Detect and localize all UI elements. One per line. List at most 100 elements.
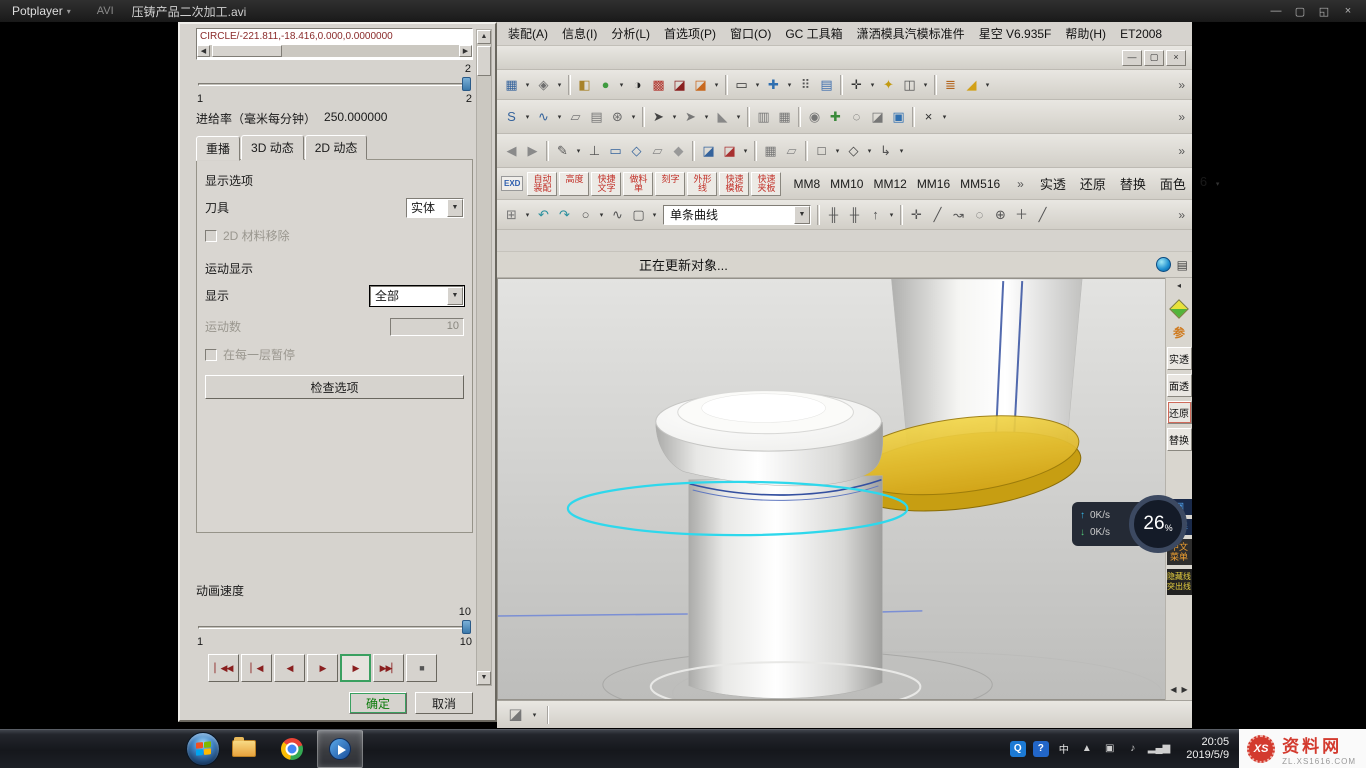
shortcut-button[interactable]: 外形线: [687, 172, 717, 196]
replace-button[interactable]: 替换: [1167, 428, 1192, 451]
monitor-icon[interactable]: ▣: [888, 106, 909, 128]
wire-cube-icon[interactable]: ◇: [626, 140, 647, 162]
dropdown-caret-icon[interactable]: ▾: [982, 81, 993, 89]
scroll-up-button[interactable]: ▲: [477, 30, 491, 44]
target-icon[interactable]: ⊕: [990, 204, 1011, 226]
menu-item[interactable]: 窗口(O): [723, 22, 778, 45]
translucent-button[interactable]: 实透: [1167, 347, 1192, 370]
dropdown-caret-icon[interactable]: ▾: [522, 81, 533, 89]
forward-icon[interactable]: ▶: [522, 140, 543, 162]
find-icon[interactable]: ◌: [846, 106, 867, 128]
freeform-icon[interactable]: ∿: [607, 204, 628, 226]
arrow-up-icon[interactable]: ↑: [865, 204, 886, 226]
sheet-body-icon[interactable]: ▤: [816, 74, 837, 96]
toolbar-overflow-icon[interactable]: »: [1175, 110, 1188, 124]
point-snap-icon[interactable]: ✛: [906, 204, 927, 226]
spline-s-icon[interactable]: S: [501, 106, 522, 128]
plus-icon[interactable]: ＋: [1011, 204, 1032, 226]
mm-button[interactable]: MM16: [913, 177, 954, 191]
restore-button[interactable]: ▢: [1288, 5, 1312, 18]
go-first-button[interactable]: ▏◀◀: [208, 654, 239, 682]
dropdown-caret-icon[interactable]: ▾: [920, 81, 931, 89]
point-icon[interactable]: ✛: [846, 74, 867, 96]
layer-list-icon[interactable]: ≣: [940, 74, 961, 96]
table-icon[interactable]: ▦: [760, 140, 781, 162]
exd-icon[interactable]: EXD: [501, 176, 523, 191]
dropdown-caret-icon[interactable]: ▾: [701, 113, 712, 121]
close-button[interactable]: ×: [1336, 5, 1360, 18]
menu-item[interactable]: GC 工具箱: [778, 22, 849, 45]
face-translucent-button[interactable]: 面透: [1167, 374, 1192, 397]
block-orange-icon[interactable]: ◪: [690, 74, 711, 96]
restore-display-button[interactable]: 还原: [1167, 401, 1192, 424]
tab-replay[interactable]: 重播: [196, 136, 240, 161]
progress-slider[interactable]: [198, 76, 471, 92]
motion-count-field[interactable]: 10: [390, 318, 464, 336]
sheet-flat-icon[interactable]: ▱: [781, 140, 802, 162]
volume-icon[interactable]: ♪: [1125, 741, 1141, 757]
window-icon[interactable]: ▭: [605, 140, 626, 162]
plane-icon[interactable]: ▱: [647, 140, 668, 162]
dropdown-caret-icon[interactable]: ▾: [554, 113, 565, 121]
shortcut-button[interactable]: 快速夹板: [751, 172, 781, 196]
dialog-scrollbar[interactable]: ▲ ▼: [476, 29, 492, 686]
mm-button[interactable]: MM12: [869, 177, 910, 191]
ellipse-icon[interactable]: ○: [575, 204, 596, 226]
tab-2d-dynamic[interactable]: 2D 动态: [305, 135, 368, 160]
rail-left-arrow-icon[interactable]: ◀: [1170, 685, 1176, 694]
grid-part-icon[interactable]: ▥: [753, 106, 774, 128]
grid-plus-icon[interactable]: ⊞: [501, 204, 522, 226]
tool-combo[interactable]: 实体 ▼: [406, 198, 464, 218]
shortcut-button[interactable]: 快捷文字: [591, 172, 621, 196]
back-icon[interactable]: ◀: [501, 140, 522, 162]
sphere-icon[interactable]: ●: [595, 74, 616, 96]
scroll-right-button[interactable]: ▶: [459, 45, 472, 57]
dropdown-caret-icon[interactable]: ▾: [649, 211, 660, 219]
pattern-icon[interactable]: ⠿: [795, 74, 816, 96]
hscroll-thumb[interactable]: [212, 45, 282, 57]
go-last-button[interactable]: ▶▶▏: [373, 654, 404, 682]
toolbar-overflow-icon[interactable]: »: [1175, 208, 1188, 222]
dropdown-caret-icon[interactable]: ▾: [886, 211, 897, 219]
undo-icon[interactable]: ↶: [533, 204, 554, 226]
fence-icon[interactable]: ╫: [823, 204, 844, 226]
dropdown-caret-icon[interactable]: ▾: [740, 147, 751, 155]
taskbar-clock[interactable]: 20:05 2019/5/9: [1186, 736, 1229, 762]
sketch-icon[interactable]: ▦: [501, 74, 522, 96]
cone-icon[interactable]: ◣: [712, 106, 733, 128]
shortcut-button[interactable]: 做料单: [623, 172, 653, 196]
menu-item[interactable]: 分析(L): [604, 22, 657, 45]
qq-icon[interactable]: Q: [1010, 741, 1026, 757]
fullscreen-button[interactable]: ◱: [1312, 5, 1336, 18]
reference-icon[interactable]: 参: [1173, 324, 1185, 341]
play-forward-button[interactable]: ▶: [307, 654, 338, 682]
menu-item[interactable]: 星空 V6.935F: [972, 22, 1059, 45]
diamond-icon[interactable]: ◆: [668, 140, 689, 162]
ime-icon[interactable]: 中: [1056, 741, 1072, 757]
menu-item[interactable]: 潇洒模具汽模标准件: [850, 22, 972, 45]
menu-item[interactable]: 帮助(H): [1058, 22, 1113, 45]
box-red-icon[interactable]: ◪: [719, 140, 740, 162]
shortcut-button[interactable]: 高度: [559, 172, 589, 196]
csys-icon[interactable]: ⊥: [584, 140, 605, 162]
vector-alt-icon[interactable]: ➤: [680, 106, 701, 128]
potplayer-menu-button[interactable]: Potplayer ▾: [6, 4, 77, 18]
display-tray-icon[interactable]: ▣: [1102, 741, 1118, 757]
plate-stack-icon[interactable]: ▤: [586, 106, 607, 128]
dropdown-caret-icon[interactable]: ▾: [896, 147, 907, 155]
rectangle-tool-icon[interactable]: ▭: [731, 74, 752, 96]
dropdown-caret-icon[interactable]: ▾: [616, 81, 627, 89]
taskbar-explorer-button[interactable]: [221, 730, 267, 768]
mesh-icon[interactable]: ▦: [774, 106, 795, 128]
shortcut-button[interactable]: 刻字: [655, 172, 685, 196]
view-window-icon[interactable]: ◫: [899, 74, 920, 96]
datum-plane-icon[interactable]: ◈: [533, 74, 554, 96]
dropdown-caret-icon[interactable]: ▾: [733, 113, 744, 121]
dropdown-caret-icon[interactable]: ▾: [522, 113, 533, 121]
snap-arrow-icon[interactable]: ↳: [875, 140, 896, 162]
vscroll-thumb[interactable]: [477, 46, 491, 76]
mm-button[interactable]: MM10: [826, 177, 867, 191]
material-removal-checkbox[interactable]: 2D 材料移除: [205, 227, 464, 244]
percent-overlay[interactable]: 26 %: [1129, 495, 1187, 553]
add-component-icon[interactable]: ✚: [825, 106, 846, 128]
